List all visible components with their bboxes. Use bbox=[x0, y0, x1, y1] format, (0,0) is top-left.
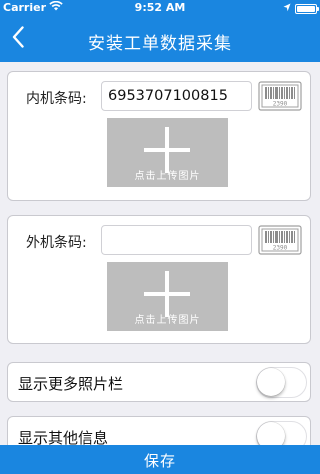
status-time: 9:52 AM bbox=[134, 1, 186, 14]
status-right bbox=[283, 2, 319, 15]
more-photos-switch[interactable] bbox=[256, 367, 307, 398]
indoor-barcode-row: 内机条码: 6953707100815 2390 bbox=[8, 81, 310, 113]
outdoor-barcode-input[interactable] bbox=[101, 225, 252, 255]
status-bar: Carrier 9:52 AM bbox=[0, 0, 320, 16]
indoor-barcode-input[interactable]: 6953707100815 bbox=[101, 81, 252, 111]
indoor-scan-button[interactable]: 2390 bbox=[258, 81, 302, 111]
switch-knob bbox=[257, 368, 285, 396]
more-photos-row: 显示更多照片栏 bbox=[7, 362, 311, 402]
svg-text:2390: 2390 bbox=[273, 245, 288, 252]
location-arrow-icon bbox=[283, 2, 291, 15]
nav-bar: 安装工单数据采集 bbox=[0, 16, 320, 62]
outdoor-upload-photo-button[interactable]: 点击上传图片 bbox=[107, 262, 228, 331]
outdoor-barcode-row: 外机条码: 2390 bbox=[8, 225, 310, 257]
indoor-barcode-label: 内机条码: bbox=[26, 91, 87, 107]
indoor-upload-photo-button[interactable]: 点击上传图片 bbox=[107, 118, 228, 187]
upload-photo-label: 点击上传图片 bbox=[134, 171, 201, 182]
battery-fill bbox=[297, 5, 315, 12]
barcode-icon: 2390 bbox=[258, 225, 302, 255]
outdoor-barcode-label: 外机条码: bbox=[26, 235, 87, 251]
svg-text:2390: 2390 bbox=[273, 101, 288, 108]
indoor-unit-card: 内机条码: 6953707100815 2390 点击上传图片 bbox=[7, 71, 311, 201]
save-button[interactable]: 保存 bbox=[0, 445, 320, 474]
outdoor-unit-card: 外机条码: 2390 点击上传图片 bbox=[7, 215, 311, 344]
battery-icon bbox=[295, 3, 319, 14]
page-title: 安装工单数据采集 bbox=[88, 34, 232, 54]
barcode-icon: 2390 bbox=[258, 81, 302, 111]
outdoor-scan-button[interactable]: 2390 bbox=[258, 225, 302, 255]
upload-photo-label: 点击上传图片 bbox=[134, 315, 201, 326]
more-photos-label: 显示更多照片栏 bbox=[18, 375, 124, 393]
